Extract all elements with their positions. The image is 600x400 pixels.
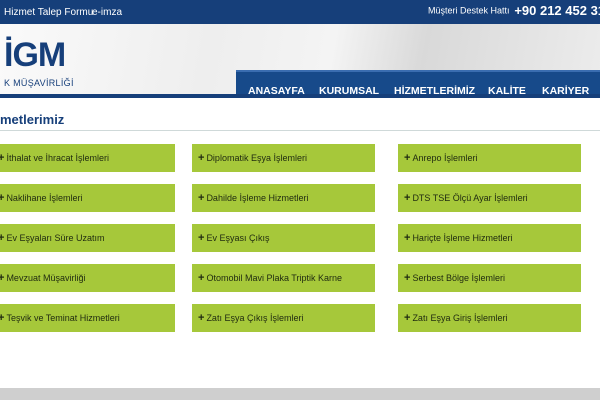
support-label: Müşteri Destek Hattı — [428, 5, 510, 16]
service-button-ev-esyalari-sure[interactable]: + Ev Eşyaları Süre Uzatım — [0, 224, 175, 252]
logo-subtitle: K MÜŞAVİRLİĞİ — [4, 78, 74, 88]
service-button-anrepo[interactable]: + Anrepo İşlemleri — [398, 144, 581, 172]
service-button-ithalat-ihracat[interactable]: + İthalat ve İhracat İşlemleri — [0, 144, 175, 172]
service-label: Zatı Eşya Çıkış İşlemleri — [206, 313, 304, 323]
service-label: Ev Eşyası Çıkış — [206, 233, 270, 243]
service-button-diplomatik-esya[interactable]: + Diplomatik Eşya İşlemleri — [192, 144, 375, 172]
support-phone[interactable]: +90 212 452 31 — [514, 3, 600, 18]
plus-icon: + — [404, 152, 411, 164]
plus-icon: + — [0, 152, 5, 164]
logo-title[interactable]: İGM — [4, 36, 66, 75]
service-button-mavi-plaka[interactable]: + Otomobil Mavi Plaka Triptik Karne — [192, 264, 375, 292]
top-bar: Hizmet Talep Formu e-imza Müşteri Destek… — [0, 0, 600, 24]
service-label: İthalat ve İhracat İşlemleri — [6, 153, 109, 163]
plus-icon: + — [0, 232, 5, 244]
service-button-naklihane[interactable]: + Naklihane İşlemleri — [0, 184, 175, 212]
service-button-tesvik-teminat[interactable]: + Teşvik ve Teminat Hizmetleri — [0, 304, 175, 332]
service-label: Dahilde İşleme Hizmetleri — [206, 193, 309, 203]
service-button-dahilde-isleme[interactable]: + Dahilde İşleme Hizmetleri — [192, 184, 375, 212]
service-button-ev-esyasi-cikis[interactable]: + Ev Eşyası Çıkış — [192, 224, 375, 252]
service-button-haricte-isleme[interactable]: + Hariçte İşleme Hizmetleri — [398, 224, 581, 252]
support-hotline: Müşteri Destek Hattı +90 212 452 31 — [428, 3, 600, 18]
link-e-imza[interactable]: e-imza — [92, 7, 122, 18]
service-label: DTS TSE Ölçü Ayar İşlemleri — [412, 193, 528, 203]
plus-icon: + — [0, 272, 5, 284]
plus-icon: + — [404, 232, 411, 244]
link-service-request-form[interactable]: Hizmet Talep Formu — [4, 7, 93, 18]
plus-icon: + — [198, 152, 205, 164]
service-label: Naklihane İşlemleri — [6, 193, 83, 203]
service-label: Diplomatik Eşya İşlemleri — [206, 153, 307, 163]
plus-icon: + — [198, 192, 205, 204]
service-label: Mevzuat Müşavirliği — [6, 273, 86, 283]
plus-icon: + — [404, 272, 411, 284]
plus-icon: + — [404, 312, 411, 324]
service-label: Otomobil Mavi Plaka Triptik Karne — [206, 273, 342, 283]
section-title: metlerimiz — [0, 112, 65, 127]
service-label: Anrepo İşlemleri — [412, 153, 478, 163]
page-bottom-strip — [0, 388, 600, 400]
service-button-zati-esya-giris[interactable]: + Zatı Eşya Giriş İşlemleri — [398, 304, 581, 332]
service-label: Teşvik ve Teminat Hizmetleri — [6, 313, 120, 323]
plus-icon: + — [198, 272, 205, 284]
plus-icon: + — [0, 192, 5, 204]
service-button-zati-esya-cikis[interactable]: + Zatı Eşya Çıkış İşlemleri — [192, 304, 375, 332]
service-label: Ev Eşyaları Süre Uzatım — [6, 233, 105, 243]
services-section: metlerimiz + İthalat ve İhracat İşlemleri… — [0, 98, 600, 388]
service-label: Zatı Eşya Giriş İşlemleri — [412, 313, 508, 323]
plus-icon: + — [198, 312, 205, 324]
plus-icon: + — [404, 192, 411, 204]
plus-icon: + — [198, 232, 205, 244]
plus-icon: + — [0, 312, 5, 324]
service-button-dts-tse[interactable]: + DTS TSE Ölçü Ayar İşlemleri — [398, 184, 581, 212]
site-header: İGM K MÜŞAVİRLİĞİ ANASAYFA KURUMSAL HİZM… — [0, 24, 600, 106]
service-label: Serbest Bölge İşlemleri — [412, 273, 505, 283]
service-button-serbest-bolge[interactable]: + Serbest Bölge İşlemleri — [398, 264, 581, 292]
service-button-mevzuat[interactable]: + Mevzuat Müşavirliği — [0, 264, 175, 292]
section-divider — [0, 130, 600, 131]
service-label: Hariçte İşleme Hizmetleri — [412, 233, 513, 243]
